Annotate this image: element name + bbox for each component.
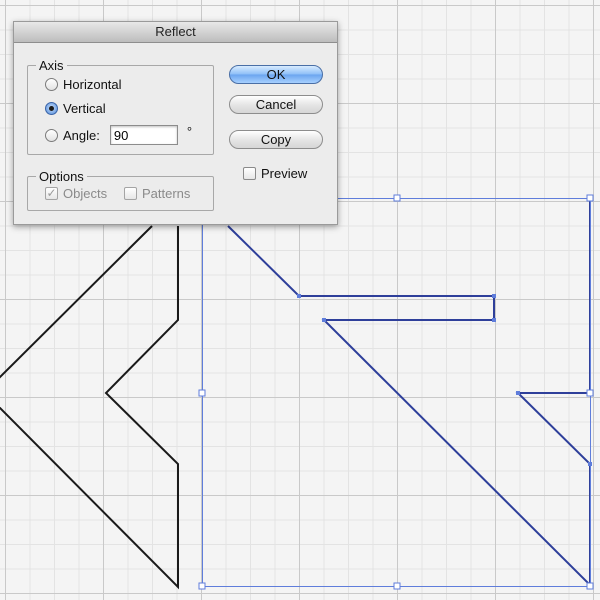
angle-label[interactable]: Angle: (63, 128, 100, 143)
objects-checkbox[interactable]: ✓ (45, 187, 58, 200)
objects-label[interactable]: Objects (63, 186, 107, 201)
patterns-option[interactable]: Patterns (124, 186, 190, 201)
reflected-shape-path[interactable] (227, 197, 591, 588)
anchor-point (322, 318, 326, 322)
patterns-checkbox[interactable] (124, 187, 137, 200)
handle-bottom-left[interactable] (198, 582, 206, 590)
vertical-option[interactable]: Vertical (45, 101, 106, 116)
degree-symbol: ° (186, 123, 193, 139)
ok-button[interactable]: OK (229, 65, 323, 84)
anchor-point (297, 294, 301, 298)
angle-option[interactable]: Angle: ° (45, 123, 193, 145)
handle-top-middle[interactable] (393, 194, 401, 202)
horizontal-label[interactable]: Horizontal (63, 77, 122, 92)
horizontal-radio[interactable] (45, 78, 58, 91)
preview-label[interactable]: Preview (261, 166, 307, 181)
angle-radio[interactable] (45, 128, 58, 142)
copy-button[interactable]: Copy (229, 130, 323, 149)
dialog-title[interactable]: Reflect (14, 22, 337, 43)
handle-bottom-right[interactable] (586, 582, 594, 590)
anchor-point (492, 294, 496, 298)
cancel-button[interactable]: Cancel (229, 95, 323, 114)
patterns-label[interactable]: Patterns (142, 186, 190, 201)
axis-group-label: Axis (39, 58, 64, 73)
handle-bottom-middle[interactable] (393, 582, 401, 590)
vertical-radio[interactable] (45, 102, 58, 115)
vertical-label[interactable]: Vertical (63, 101, 106, 116)
anchor-point (492, 318, 496, 322)
preview-option[interactable]: Preview (243, 166, 307, 181)
handle-top-right[interactable] (586, 194, 594, 202)
anchor-point (516, 391, 520, 395)
anchor-point (588, 462, 592, 466)
handle-middle-left[interactable] (198, 389, 206, 397)
original-shape-path[interactable] (0, 225, 179, 590)
objects-option[interactable]: ✓ Objects (45, 186, 107, 201)
options-group-label: Options (39, 169, 84, 184)
preview-checkbox[interactable] (243, 167, 256, 180)
angle-input[interactable] (109, 125, 178, 145)
reflect-dialog: Reflect Axis Horizontal Vertical Angle: … (13, 21, 338, 225)
horizontal-option[interactable]: Horizontal (45, 77, 122, 92)
handle-middle-right[interactable] (586, 389, 594, 397)
